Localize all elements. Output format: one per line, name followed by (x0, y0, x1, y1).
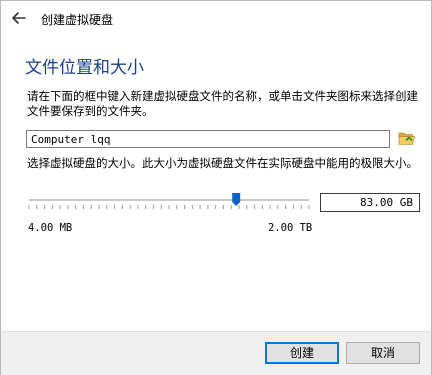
file-location-input[interactable] (26, 130, 390, 148)
cancel-button[interactable]: 取消 (346, 342, 420, 364)
create-virtual-disk-dialog: 创建虚拟硬盘 文件位置和大小 请在下面的框中键入新建虚拟硬盘文件的名称，或单击文… (0, 0, 432, 375)
wizard-page: 文件位置和大小 请在下面的框中键入新建虚拟硬盘文件的名称，或单击文件夹图标来选择… (1, 37, 431, 331)
create-button[interactable]: 创建 (265, 342, 339, 364)
location-description: 请在下面的框中键入新建虚拟硬盘文件的名称，或单击文件夹图标来选择创建文件要保存到… (27, 89, 418, 118)
disk-size-input[interactable] (320, 193, 420, 212)
back-arrow-icon[interactable] (11, 10, 27, 26)
slider-max-label: 2.00 TB (268, 222, 313, 234)
slider-min-label: 4.00 MB (28, 222, 73, 234)
slider-handle[interactable] (232, 193, 241, 206)
size-description: 选择虚拟硬盘的大小。此大小为虚拟硬盘文件在实际硬盘中能用的极限大小。 (27, 156, 418, 170)
disk-size-slider[interactable] (27, 192, 311, 212)
window-title: 创建虚拟硬盘 (41, 13, 114, 27)
folder-open-icon[interactable] (398, 129, 416, 147)
page-heading: 文件位置和大小 (25, 58, 144, 78)
title-bar: 创建虚拟硬盘 (1, 1, 431, 37)
dialog-footer: 创建 取消 (1, 331, 431, 375)
